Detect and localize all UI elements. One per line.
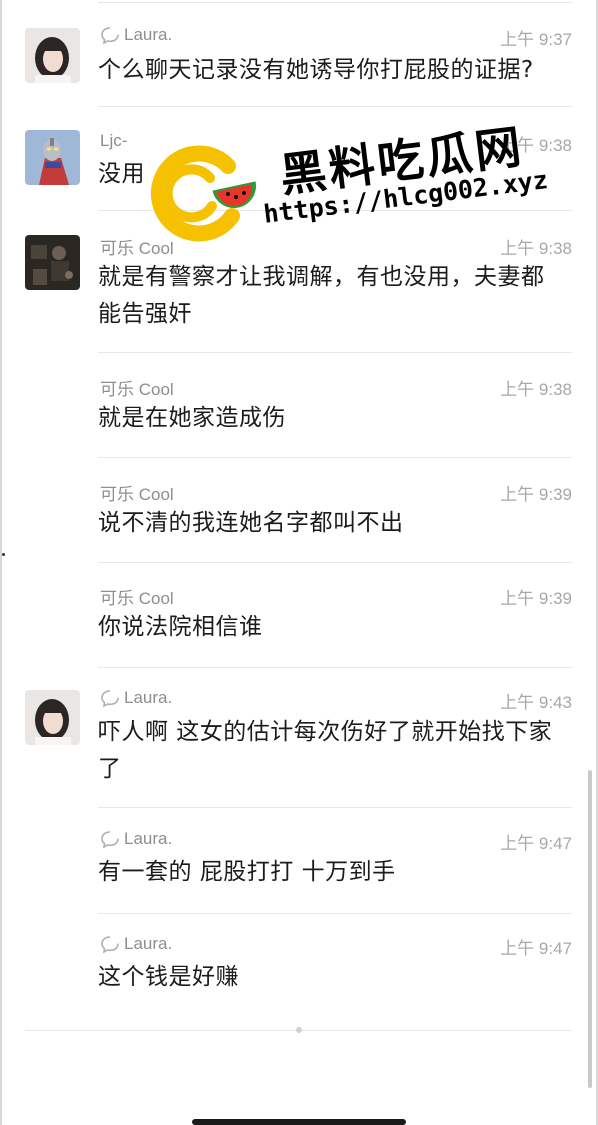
girl-photo-avatar[interactable]	[25, 690, 80, 745]
message-time: 上午 9:43	[500, 693, 572, 712]
message-text: 有一套的 屁股打打 十万到手	[98, 859, 396, 885]
sender-name: 可乐 Cool	[100, 380, 174, 399]
frame-edge-left	[0, 0, 2, 1125]
message-time: 上午 9:39	[500, 485, 572, 504]
sender-row: Laura. 上午 9:47	[100, 933, 572, 958]
chat-bubble-icon	[101, 690, 119, 707]
message-time: 上午 9:39	[500, 589, 572, 608]
sender-row: 可乐 Cool 上午 9:39	[100, 583, 572, 608]
chat-bubble-icon	[101, 936, 119, 953]
stray-dot	[2, 553, 5, 556]
message-text: 吓人啊 这女的估计每次伤好了就开始找下家了	[98, 719, 553, 782]
message-time: 上午 9:47	[500, 939, 572, 958]
sender-name: Laura.	[124, 688, 173, 707]
message-divider	[98, 667, 572, 668]
message-divider	[98, 106, 572, 107]
sender-name: Laura.	[124, 829, 173, 848]
home-indicator[interactable]	[192, 1119, 406, 1125]
message-text: 说不清的我连她名字都叫不出	[98, 510, 404, 536]
dark-photo-avatar[interactable]	[25, 235, 80, 290]
message-divider	[98, 807, 572, 808]
sender-name: 可乐 Cool	[100, 589, 174, 608]
site-watermark: 黑料吃瓜网 https://hlcg002.xyz	[150, 119, 570, 252]
message-text: 就是有警察才让我调解，有也没用，夫妻都能告强奸	[98, 264, 545, 327]
chat-bubble-icon	[101, 831, 119, 848]
message-time: 上午 9:47	[500, 834, 572, 853]
message-text: 这个钱是好赚	[98, 964, 239, 990]
message-text: 个么聊天记录没有她诱导你打屁股的证据?	[98, 57, 534, 83]
chat-bubble-icon	[101, 27, 119, 44]
message-time: 上午 9:38	[500, 380, 572, 399]
message-divider	[98, 913, 572, 914]
message-divider	[98, 457, 572, 458]
scrollbar[interactable]	[588, 770, 592, 1088]
sender-row: Laura. 上午 9:47	[100, 828, 572, 853]
sender-row: 可乐 Cool 上午 9:38	[100, 374, 572, 399]
sender-name: Laura.	[124, 934, 173, 953]
sender-name: Ljc-	[100, 131, 128, 150]
girl-photo-avatar[interactable]	[25, 28, 80, 83]
message-text: 你说法院相信谁	[98, 614, 263, 640]
sender-name: 可乐 Cool	[100, 485, 174, 504]
list-end-dot	[296, 1027, 302, 1033]
message-time: 上午 9:37	[500, 30, 572, 49]
sender-row: Laura. 上午 9:37	[100, 24, 572, 49]
ultraman-avatar[interactable]	[25, 130, 80, 185]
message-text: 就是在她家造成伤	[98, 405, 286, 431]
top-divider	[98, 2, 572, 3]
message-divider	[98, 562, 572, 563]
message-divider	[98, 352, 572, 353]
sender-row: 可乐 Cool 上午 9:39	[100, 479, 572, 504]
watermelon-logo-icon	[150, 145, 256, 242]
sender-row: Laura. 上午 9:43	[100, 687, 572, 712]
sender-name: Laura.	[124, 25, 173, 44]
